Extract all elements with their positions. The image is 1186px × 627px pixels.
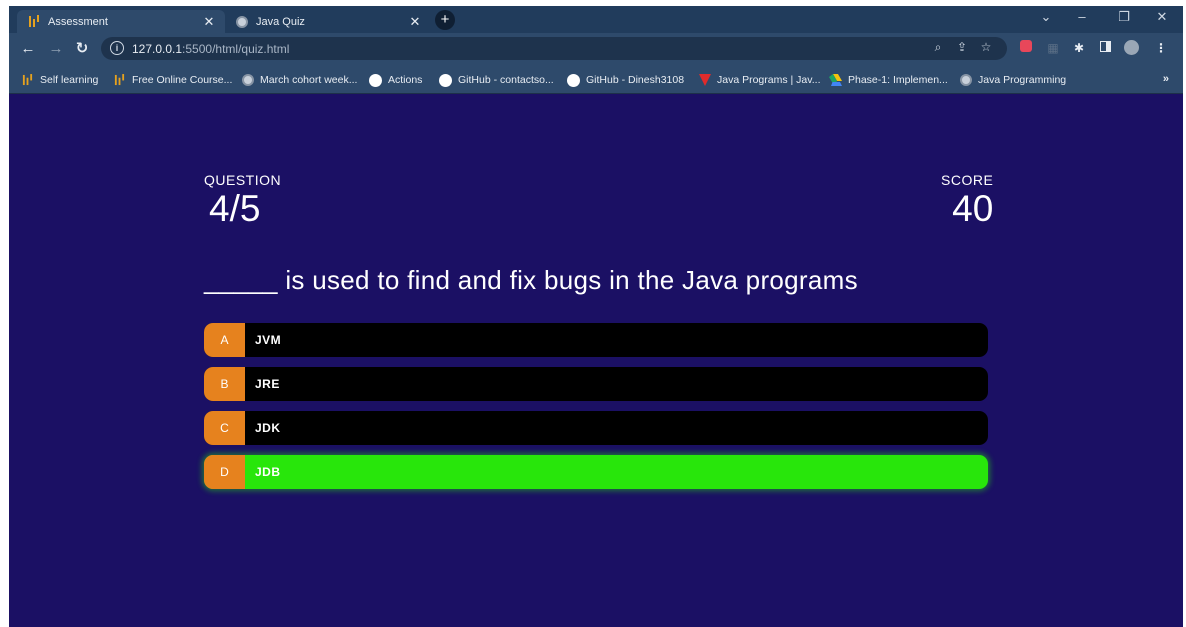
globe-icon	[959, 74, 972, 87]
info-icon[interactable]: i	[110, 41, 124, 55]
drive-icon	[829, 74, 842, 87]
bookmark-label: Free Online Course...	[132, 74, 233, 86]
choice-text: JVM	[255, 333, 282, 347]
bookmark-label: GitHub - Dinesh3108	[586, 74, 685, 86]
bar-logo-icon	[21, 74, 34, 87]
question-text: _____ is used to find and fix bugs in th…	[204, 265, 858, 295]
bookmark-free-online-course[interactable]: Free Online Course...	[113, 72, 232, 88]
url-text: 127.0.0.1:5500/html/quiz.html	[132, 42, 289, 56]
choice-a[interactable]: A JVM	[204, 323, 988, 357]
bookmark-label: Java Programs | Jav...	[717, 74, 821, 86]
zoom-icon[interactable]: ⌕	[929, 40, 947, 55]
bookmark-star-icon[interactable]: ☆	[977, 40, 995, 54]
forward-arrow-icon[interactable]: →	[45, 38, 67, 60]
choice-prefix: A	[204, 323, 245, 357]
bookmark-github-contactso[interactable]: GitHub - contactso...	[439, 72, 554, 88]
bookmark-label: GitHub - contactso...	[458, 74, 554, 86]
cart-extension-icon[interactable]: ▦	[1045, 40, 1061, 56]
bookmark-label: Java Programming	[978, 74, 1067, 86]
choice-prefix: D	[204, 455, 245, 489]
bookmark-label: March cohort week...	[260, 74, 358, 86]
bookmark-label: Self learning	[40, 74, 99, 86]
tab-title: Java Quiz	[256, 15, 305, 28]
score-value: 40	[952, 188, 994, 229]
more-bookmarks-icon[interactable]: »	[1163, 73, 1169, 85]
question-label: QUESTION	[204, 172, 282, 188]
minimize-icon[interactable]: –	[1067, 9, 1097, 24]
bookmark-label: Phase-1: Implemen...	[848, 74, 948, 86]
choice-prefix: B	[204, 367, 245, 401]
choice-text: JRE	[255, 377, 280, 391]
shield-extension-icon[interactable]	[1018, 40, 1034, 56]
close-window-icon[interactable]: ✕	[1147, 9, 1177, 25]
bookmark-github-dinesh3108[interactable]: GitHub - Dinesh3108	[567, 72, 684, 88]
globe-icon	[241, 74, 254, 87]
tab-title: Assessment	[48, 15, 108, 28]
github-icon	[369, 73, 382, 87]
bookmark-phase-1[interactable]: Phase-1: Implemen...	[829, 72, 948, 88]
bar-logo-icon	[27, 15, 41, 29]
question-hud: QUESTION 4/5	[204, 172, 281, 230]
bookmark-java-programs[interactable]: Java Programs | Jav...	[698, 72, 820, 88]
tab-java-quiz[interactable]: Java Quiz ✕	[225, 10, 431, 33]
tab-strip: Assessment ✕ Java Quiz ✕ + ⌄ – ❐ ✕	[9, 6, 1183, 33]
choice-c[interactable]: C JDK	[204, 411, 988, 445]
choice-d[interactable]: D JDB	[204, 455, 988, 489]
github-icon	[439, 73, 452, 87]
new-tab-button[interactable]: +	[435, 10, 455, 30]
reload-icon[interactable]: ↻	[71, 38, 93, 60]
globe-icon	[235, 15, 249, 29]
triangle-logo-icon	[698, 74, 711, 87]
bookmarks-bar: Self learning Free Online Course... Marc…	[9, 64, 1183, 94]
bar-logo-icon	[113, 74, 126, 87]
back-arrow-icon[interactable]: ←	[17, 38, 39, 60]
tab-assessment[interactable]: Assessment ✕	[17, 10, 225, 33]
side-panel-icon[interactable]	[1097, 40, 1113, 56]
bookmark-actions[interactable]: Actions	[369, 72, 422, 88]
github-icon	[567, 73, 580, 87]
share-icon[interactable]: ⇪	[953, 40, 971, 54]
score-hud: SCORE 40	[941, 172, 993, 230]
bookmark-self-learning[interactable]: Self learning	[21, 72, 98, 88]
restore-icon[interactable]: ❐	[1109, 9, 1139, 25]
browser-window: Assessment ✕ Java Quiz ✕ + ⌄ – ❐ ✕ ← → ↻…	[9, 6, 1183, 627]
choice-text: JDB	[255, 465, 281, 479]
bookmark-label: Actions	[388, 74, 423, 86]
choice-text: JDK	[255, 421, 281, 435]
close-tab-icon[interactable]: ✕	[407, 14, 423, 30]
address-bar[interactable]: i 127.0.0.1:5500/html/quiz.html ⌕ ⇪ ☆	[101, 37, 1007, 60]
score-label: SCORE	[941, 172, 994, 188]
extensions-puzzle-icon[interactable]: ✱	[1071, 40, 1087, 56]
browser-toolbar: ← → ↻ i 127.0.0.1:5500/html/quiz.html ⌕ …	[9, 33, 1183, 64]
bookmark-java-programming[interactable]: Java Programming	[959, 72, 1066, 88]
close-tab-icon[interactable]: ✕	[201, 14, 217, 30]
url-path: :5500/html/quiz.html	[182, 42, 290, 56]
choice-b[interactable]: B JRE	[204, 367, 988, 401]
bookmark-march-cohort[interactable]: March cohort week...	[241, 72, 357, 88]
url-host: 127.0.0.1	[132, 42, 183, 56]
kebab-menu-icon[interactable]: ⋮	[1153, 40, 1169, 56]
tab-search-icon[interactable]: ⌄	[1031, 9, 1061, 25]
question-progress: 4/5	[209, 188, 261, 229]
profile-avatar-icon[interactable]	[1123, 40, 1139, 56]
choice-prefix: C	[204, 411, 245, 445]
